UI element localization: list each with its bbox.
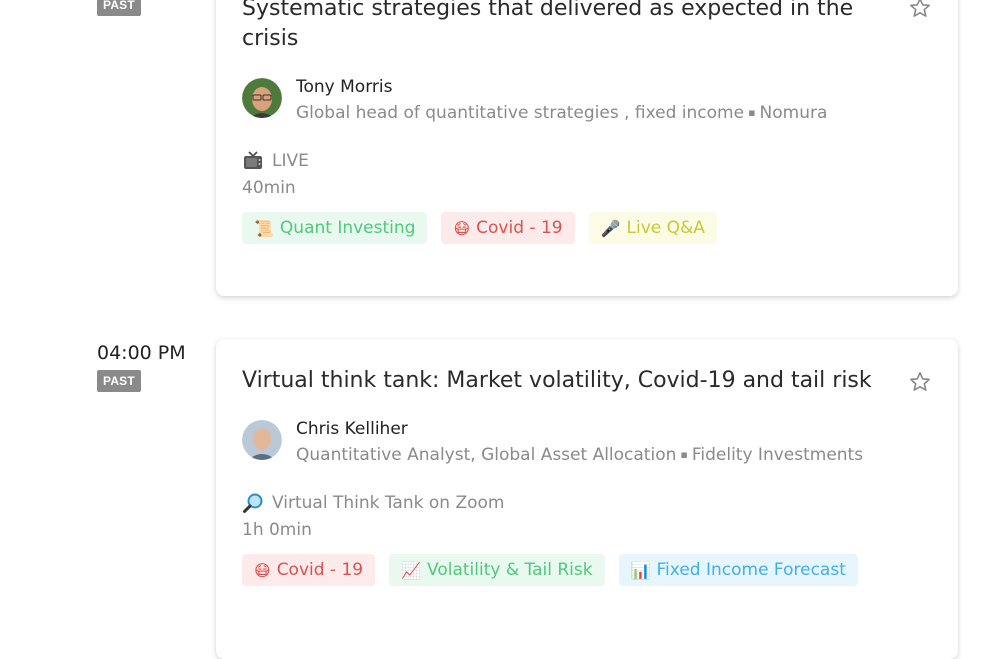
session-duration: 1h 0min (242, 520, 312, 540)
separator: ▪ (748, 106, 756, 119)
past-badge: PAST (97, 0, 141, 16)
speaker-name[interactable]: Chris Kelliher (296, 418, 863, 440)
mask-face-icon: 😷 (453, 218, 471, 238)
session-card[interactable]: Systematic strategies that delivered as … (216, 0, 958, 296)
speaker[interactable]: Tony Morris Global head of quantitative … (242, 76, 932, 126)
separator: ▪ (680, 448, 688, 461)
session-time: 04:00 PM (97, 342, 186, 364)
tag-live-qa[interactable]: 🎤 Live Q&A (588, 212, 717, 244)
tag-label: Quant Investing (279, 218, 416, 238)
speaker-position: Quantitative Analyst, Global Asset Alloc… (296, 445, 677, 465)
past-badge: PAST (97, 370, 141, 392)
format-label: LIVE (272, 151, 309, 171)
chart-icon: 📊 (630, 560, 651, 580)
session-format: Virtual Think Tank on Zoom (242, 492, 932, 514)
tag-fixed-income[interactable]: 📊 Fixed Income Forecast (618, 554, 858, 586)
microphone-icon: 🎤 (600, 218, 621, 238)
tag-volatility[interactable]: 📈 Volatility & Tail Risk (389, 554, 605, 586)
session-format: LIVE (242, 150, 932, 172)
tag-label: Covid - 19 (276, 560, 364, 580)
speaker-organization: Nomura (759, 103, 828, 123)
format-label: Virtual Think Tank on Zoom (272, 493, 505, 513)
scroll-icon: 📜 (254, 218, 274, 238)
tag-list: 📜 Quant Investing 😷 Covid - 19 🎤 Live Q&… (242, 212, 932, 244)
speaker-role: Quantitative Analyst, Global Asset Alloc… (296, 442, 863, 468)
session-card[interactable]: Virtual think tank: Market volatility, C… (216, 339, 958, 659)
mask-face-icon: 😷 (254, 560, 271, 580)
session-time-column: 04:00 PM PAST (97, 341, 186, 392)
star-icon[interactable] (908, 0, 932, 20)
tv-icon (244, 151, 262, 169)
tag-covid-19[interactable]: 😷 Covid - 19 (441, 212, 575, 244)
speaker-name[interactable]: Tony Morris (296, 76, 827, 98)
speaker-position: Global head of quantitative strategies ,… (296, 103, 745, 123)
avatar[interactable] (242, 78, 282, 118)
speaker[interactable]: Chris Kelliher Quantitative Analyst, Glo… (242, 418, 932, 468)
tag-label: Volatility & Tail Risk (427, 560, 593, 580)
session-duration: 40min (242, 178, 296, 198)
tag-label: Covid - 19 (476, 218, 563, 238)
chart-icon: 📈 (401, 560, 422, 580)
tag-list: 😷 Covid - 19 📈 Volatility & Tail Risk 📊 … (242, 554, 932, 586)
session-title[interactable]: Virtual think tank: Market volatility, C… (242, 366, 882, 396)
tag-label: Fixed Income Forecast (656, 560, 846, 580)
speaker-role: Global head of quantitative strategies ,… (296, 100, 827, 126)
tag-quant-investing[interactable]: 📜 Quant Investing (242, 212, 428, 244)
avatar[interactable] (242, 420, 282, 460)
session-title[interactable]: Systematic strategies that delivered as … (242, 0, 882, 54)
speaker-organization: Fidelity Investments (691, 445, 864, 465)
magnifier-icon (243, 493, 263, 513)
tag-label: Live Q&A (626, 218, 705, 238)
tag-covid-19[interactable]: 😷 Covid - 19 (242, 554, 376, 586)
session-time-column: PAST (97, 0, 141, 16)
star-icon[interactable] (908, 370, 932, 394)
